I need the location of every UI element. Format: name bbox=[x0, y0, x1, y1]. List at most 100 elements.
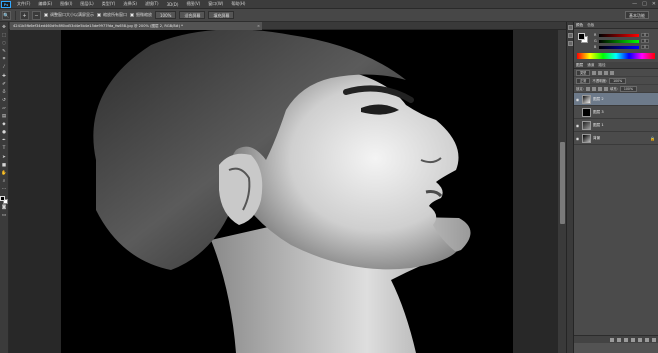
menu-file[interactable]: 文件(F) bbox=[13, 1, 34, 7]
menu-filter[interactable]: 滤镜(T) bbox=[141, 1, 163, 7]
slider-value[interactable]: 0 bbox=[641, 45, 649, 49]
new-group-icon[interactable] bbox=[638, 337, 642, 342]
layer-row[interactable]: ◉ 图层 1 bbox=[574, 119, 658, 132]
delete-layer-icon[interactable] bbox=[652, 337, 656, 342]
quick-mask-icon[interactable]: ◙ bbox=[1, 204, 7, 211]
marquee-tool-icon[interactable]: ⬚ bbox=[1, 32, 7, 39]
scrubby-zoom-checkbox[interactable]: 细微缩放 bbox=[130, 12, 152, 18]
zoom-out-icon[interactable]: − bbox=[32, 10, 41, 20]
properties-panel-icon[interactable] bbox=[567, 33, 573, 38]
dodge-tool-icon[interactable]: ● bbox=[1, 129, 7, 136]
menu-select[interactable]: 选择(S) bbox=[119, 1, 141, 7]
type-tool-icon[interactable]: T bbox=[1, 145, 7, 152]
zoom-100-button[interactable]: 100% bbox=[155, 11, 177, 19]
menu-layer[interactable]: 图层(L) bbox=[76, 1, 97, 7]
slider-value[interactable]: 0 bbox=[641, 33, 649, 37]
canvas-area[interactable] bbox=[9, 30, 557, 353]
link-layers-icon[interactable] bbox=[610, 337, 614, 342]
slider-red[interactable]: R 0 bbox=[594, 33, 652, 37]
layer-name[interactable]: 背景 bbox=[593, 136, 600, 141]
fg-bg-swatches[interactable] bbox=[0, 195, 8, 204]
layer-name[interactable]: 图层 3 bbox=[593, 110, 604, 115]
adjustments-panel-icon[interactable] bbox=[567, 41, 573, 46]
path-select-tool-icon[interactable]: ➤ bbox=[1, 154, 7, 161]
eye-icon[interactable]: ◉ bbox=[574, 97, 581, 102]
document-tab[interactable]: 4241b5fb6ef34ed460d9c8f0bd53d4e5b4e15de9… bbox=[10, 22, 262, 30]
layer-style-icon[interactable] bbox=[617, 337, 621, 342]
close-button[interactable]: ✕ bbox=[652, 1, 656, 8]
crop-tool-icon[interactable]: ⌗ bbox=[1, 56, 7, 63]
layer-kind-filter[interactable]: 类型 bbox=[576, 69, 591, 76]
tab-paths[interactable]: 路径 bbox=[598, 63, 605, 68]
zoom-in-icon[interactable]: + bbox=[20, 10, 29, 20]
close-icon[interactable]: × bbox=[257, 22, 260, 30]
resize-windows-checkbox[interactable]: 调整窗口大小以满屏显示 bbox=[44, 12, 94, 18]
slider-value[interactable]: 0 bbox=[641, 39, 649, 43]
move-tool-icon[interactable]: ✥ bbox=[1, 24, 7, 31]
quick-select-tool-icon[interactable]: ✎ bbox=[1, 48, 7, 55]
menu-image[interactable]: 图像(I) bbox=[56, 1, 76, 7]
slider-green[interactable]: G 0 bbox=[594, 39, 652, 43]
layer-row[interactable]: ◉ 背景 🔒 bbox=[574, 132, 658, 145]
tab-channels[interactable]: 通道 bbox=[587, 63, 594, 68]
workspace-switcher[interactable]: 基本功能 bbox=[625, 11, 649, 19]
tab-color[interactable]: 颜色 bbox=[576, 23, 583, 28]
history-brush-tool-icon[interactable]: ↺ bbox=[1, 97, 7, 104]
layer-row[interactable]: ◉ 图层 2 bbox=[574, 93, 658, 106]
layer-name[interactable]: 图层 1 bbox=[593, 123, 604, 128]
menu-window[interactable]: 窗口(W) bbox=[204, 1, 227, 7]
foreground-color-swatch[interactable] bbox=[0, 195, 5, 201]
more-tools-icon[interactable]: ⋯ bbox=[1, 186, 7, 193]
zoom-tool-icon[interactable]: 🔍 bbox=[2, 10, 11, 20]
lock-pixels-icon[interactable] bbox=[591, 86, 596, 91]
gradient-tool-icon[interactable]: ▤ bbox=[1, 113, 7, 120]
lasso-tool-icon[interactable]: ◌ bbox=[1, 40, 7, 47]
menu-help[interactable]: 帮助(H) bbox=[227, 1, 249, 7]
minimize-button[interactable]: — bbox=[632, 1, 637, 8]
clone-stamp-tool-icon[interactable]: ♁ bbox=[1, 89, 7, 96]
slider-blue[interactable]: B 0 bbox=[594, 45, 652, 49]
tab-swatches[interactable]: 色板 bbox=[587, 23, 594, 28]
zoom-tool-icon[interactable]: ⌕ bbox=[1, 178, 7, 185]
hand-tool-icon[interactable]: ✋ bbox=[1, 170, 7, 177]
add-mask-icon[interactable] bbox=[624, 337, 628, 342]
lock-transparency-icon[interactable] bbox=[585, 86, 590, 91]
document-image[interactable] bbox=[61, 30, 513, 353]
healing-brush-tool-icon[interactable]: ✚ bbox=[1, 73, 7, 80]
red-slider-track[interactable] bbox=[599, 33, 639, 37]
menu-edit[interactable]: 编辑(E) bbox=[34, 1, 56, 7]
maximize-button[interactable]: □ bbox=[642, 1, 647, 8]
eraser-tool-icon[interactable]: ▱ bbox=[1, 105, 7, 112]
opacity-input[interactable]: 100% bbox=[609, 77, 627, 84]
tab-layers[interactable]: 图层 bbox=[576, 63, 583, 68]
menu-type[interactable]: 类型(Y) bbox=[98, 1, 120, 7]
fill-screen-button[interactable]: 填充屏幕 bbox=[208, 11, 235, 19]
filter-type-icon[interactable] bbox=[604, 70, 609, 75]
menu-view[interactable]: 视图(V) bbox=[182, 1, 204, 7]
vertical-scrollbar[interactable] bbox=[557, 30, 566, 353]
blend-mode-select[interactable]: 正常 bbox=[576, 77, 591, 84]
zoom-all-windows-checkbox[interactable]: 缩放所有窗口 bbox=[97, 12, 127, 18]
lock-position-icon[interactable] bbox=[597, 86, 602, 91]
blur-tool-icon[interactable]: ◆ bbox=[1, 121, 7, 128]
scrollbar-thumb[interactable] bbox=[560, 142, 565, 224]
history-panel-icon[interactable] bbox=[567, 25, 573, 30]
filter-pixel-icon[interactable] bbox=[592, 70, 597, 75]
lock-all-icon[interactable] bbox=[603, 86, 608, 91]
adjustment-layer-icon[interactable] bbox=[631, 337, 635, 342]
filter-shape-icon[interactable] bbox=[610, 70, 615, 75]
brush-tool-icon[interactable]: ✐ bbox=[1, 81, 7, 88]
screen-mode-icon[interactable]: ▭ bbox=[1, 212, 7, 219]
pen-tool-icon[interactable]: ✒ bbox=[1, 137, 7, 144]
layer-row[interactable]: 图层 3 bbox=[574, 106, 658, 119]
eye-icon[interactable]: ◉ bbox=[574, 123, 581, 128]
layer-name[interactable]: 图层 2 bbox=[593, 97, 604, 102]
blue-slider-track[interactable] bbox=[599, 45, 639, 49]
eye-icon[interactable]: ◉ bbox=[574, 136, 581, 141]
filter-adjustment-icon[interactable] bbox=[598, 70, 603, 75]
fit-screen-button[interactable]: 适合屏幕 bbox=[179, 11, 206, 19]
shape-tool-icon[interactable]: ■ bbox=[1, 162, 7, 169]
eyedropper-tool-icon[interactable]: ⁄ bbox=[1, 64, 7, 71]
foreground-color-swatch[interactable] bbox=[578, 33, 585, 40]
new-layer-icon[interactable] bbox=[645, 337, 649, 342]
